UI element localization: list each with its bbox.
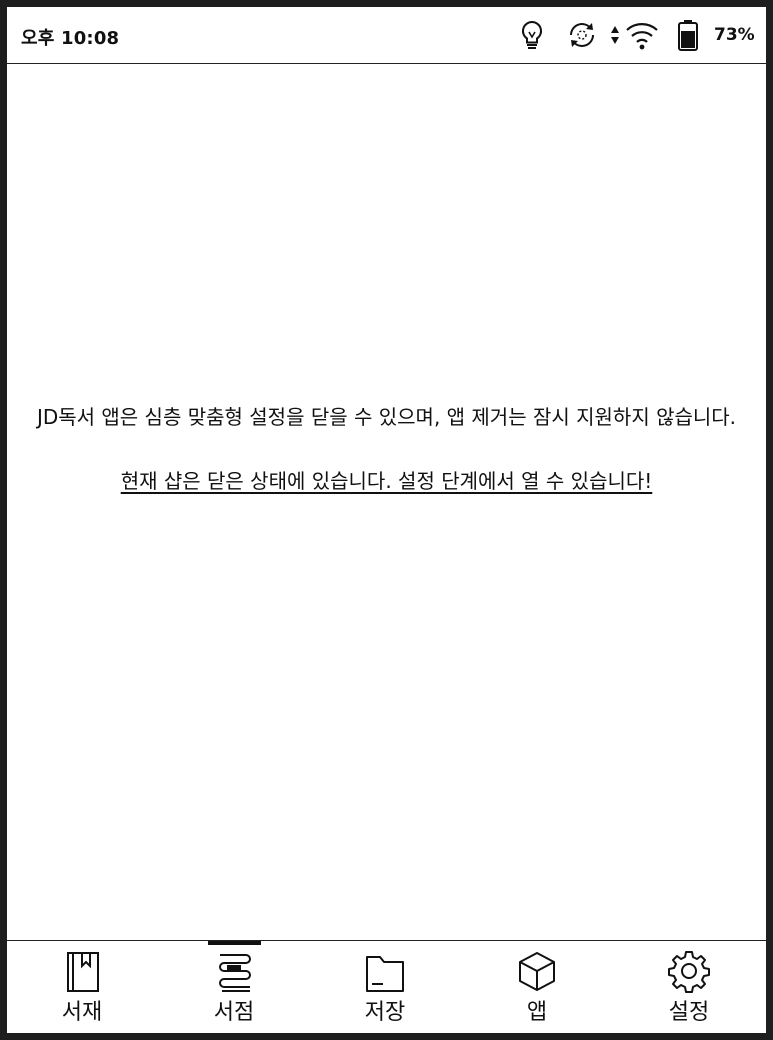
wifi-icon[interactable] xyxy=(624,19,660,51)
cube-icon xyxy=(519,952,555,991)
nav-label: 저장 xyxy=(364,1000,406,1025)
sync-icon[interactable] xyxy=(566,19,598,51)
open-settings-link[interactable]: 현재 샵은 닫은 상태에 있습니다. 설정 단계에서 열 수 있습니다! xyxy=(121,466,653,496)
data-arrows-icon xyxy=(611,26,619,44)
nav-item-library[interactable]: 서재 xyxy=(27,941,137,1033)
bookmark-book-icon xyxy=(67,952,99,992)
message-text: JD독서 앱은 심층 맞춤형 설정을 닫을 수 있으며, 앱 제거는 잠시 지원… xyxy=(36,405,737,429)
bookstore-icon xyxy=(219,954,251,992)
bottom-nav: 서재 서점 저장 앱 설정 xyxy=(7,940,766,1033)
nav-item-apps[interactable]: 앱 xyxy=(482,941,592,1033)
status-bar: 오후 10:08 73% xyxy=(7,7,766,64)
nav-label: 앱 xyxy=(526,1000,548,1025)
battery-percent: 73% xyxy=(714,25,755,45)
nav-item-bookstore[interactable]: 서점 xyxy=(179,941,289,1033)
folder-icon xyxy=(366,956,404,992)
shop-closed-message: JD독서 앱은 심층 맞춤형 설정을 닫을 수 있으며, 앱 제거는 잠시 지원… xyxy=(7,402,766,496)
gear-icon xyxy=(668,951,710,993)
nav-label: 서점 xyxy=(213,1000,255,1025)
nav-label: 설정 xyxy=(668,1000,710,1025)
lightbulb-icon[interactable] xyxy=(517,19,547,51)
nav-item-settings[interactable]: 설정 xyxy=(634,941,744,1033)
device-screen: 오후 10:08 73% JD독서 앱은 심층 맞춤형 설정을 닫을 수 있으며… xyxy=(7,7,766,1033)
nav-label: 서재 xyxy=(61,1000,103,1025)
status-time: 오후 10:08 xyxy=(21,28,120,49)
battery-icon xyxy=(678,20,698,51)
nav-item-storage[interactable]: 저장 xyxy=(330,941,440,1033)
